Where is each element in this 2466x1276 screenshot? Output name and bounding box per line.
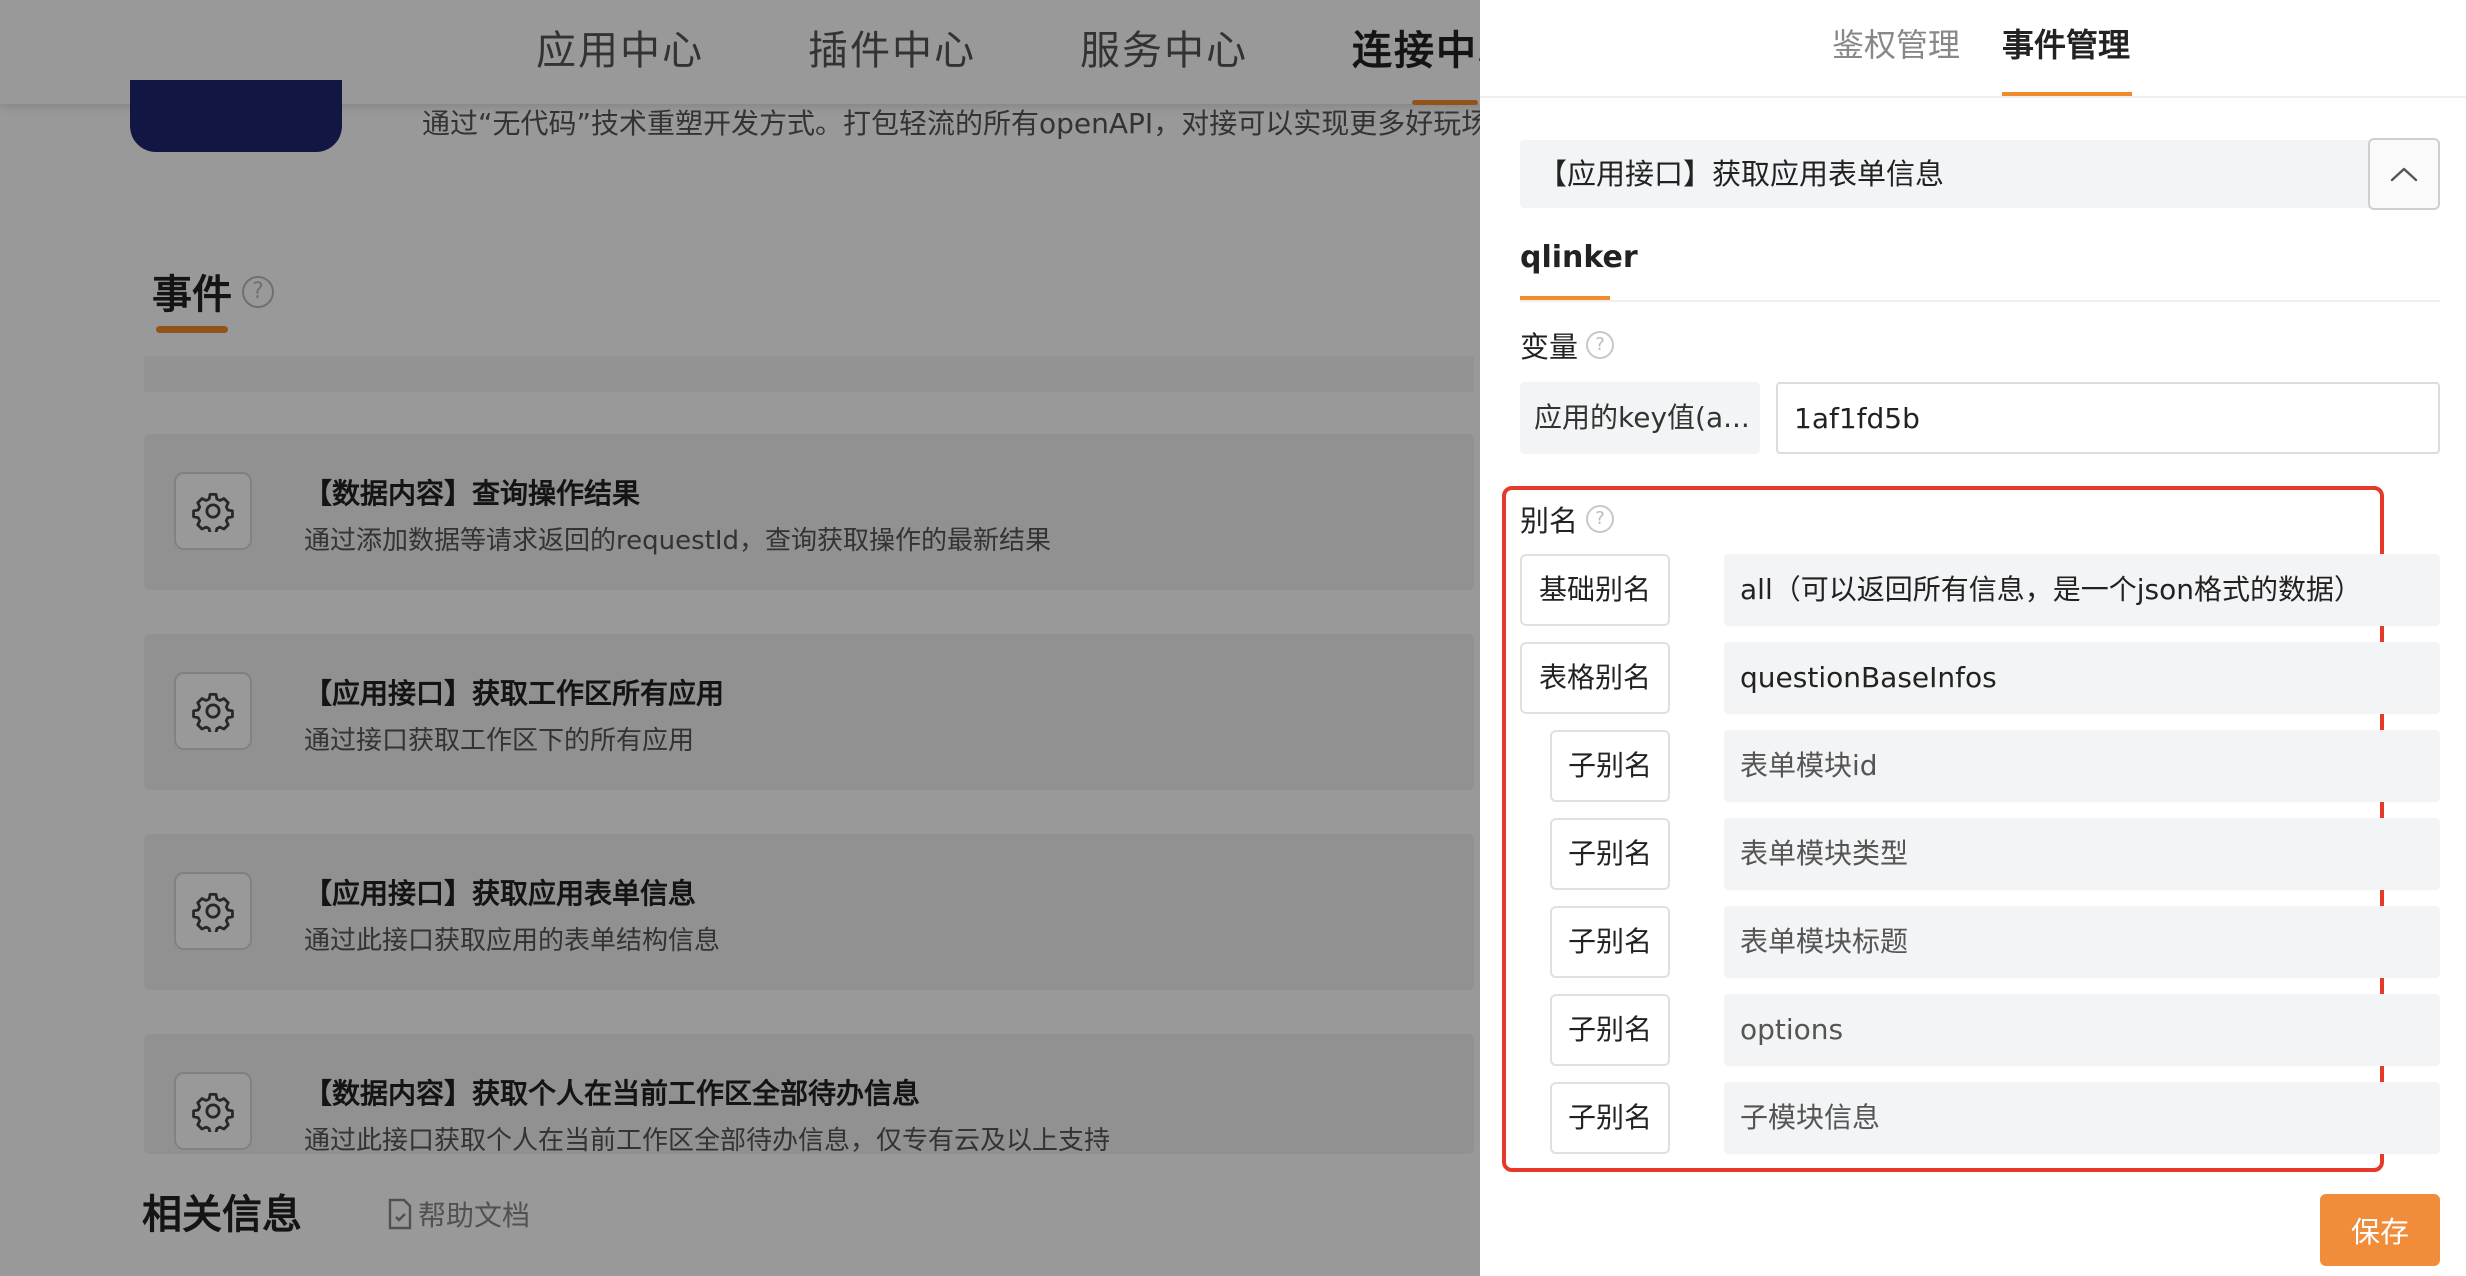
sub-tabs: qlinker xyxy=(1520,230,2440,302)
alias-row: 子别名 表单模块标题 xyxy=(1520,906,2440,978)
drawer-tabs: 鉴权管理 事件管理 xyxy=(1480,0,2466,98)
alias-tag: 表格别名 xyxy=(1520,642,1670,714)
alias-value-field[interactable]: 表单模块标题 xyxy=(1724,906,2440,978)
alias-row: 基础别名 all（可以返回所有信息，是一个json格式的数据） xyxy=(1520,554,2440,626)
alias-tag: 基础别名 xyxy=(1520,554,1670,626)
variable-key-label: 应用的key值(a... xyxy=(1520,382,1760,454)
save-button[interactable]: 保存 xyxy=(2320,1194,2440,1266)
alias-tag: 子别名 xyxy=(1550,994,1670,1066)
variables-heading: 变量 ? xyxy=(1520,324,1615,366)
alias-value-field[interactable]: questionBaseInfos xyxy=(1724,642,2440,714)
alias-row: 子别名 表单模块类型 xyxy=(1520,818,2440,890)
chevron-up-icon xyxy=(2390,167,2418,182)
tab-event-management[interactable]: 事件管理 xyxy=(2002,20,2130,66)
modal-overlay[interactable] xyxy=(0,0,1480,1276)
alias-value-field[interactable]: 表单模块类型 xyxy=(1724,818,2440,890)
variable-value-input[interactable] xyxy=(1776,382,2440,454)
alias-tag: 子别名 xyxy=(1550,818,1670,890)
alias-value-field[interactable]: 子模块信息 xyxy=(1724,1082,2440,1154)
alias-value-field[interactable]: options xyxy=(1724,994,2440,1066)
alias-value-field[interactable]: 表单模块id xyxy=(1724,730,2440,802)
event-drawer: 鉴权管理 事件管理 【应用接口】获取应用表单信息 qlinker 变量 ? 应用… xyxy=(1480,0,2466,1276)
alias-tag: 子别名 xyxy=(1550,906,1670,978)
alias-label: 别名 xyxy=(1520,504,1579,538)
alias-row: 表格别名 questionBaseInfos xyxy=(1520,642,2440,714)
alias-tag: 子别名 xyxy=(1550,1082,1670,1154)
alias-value-field[interactable]: all（可以返回所有信息，是一个json格式的数据） xyxy=(1724,554,2440,626)
variables-label: 变量 xyxy=(1520,330,1579,364)
alias-heading: 别名 ? xyxy=(1520,498,1615,540)
help-icon[interactable]: ? xyxy=(1586,331,1615,359)
alias-row: 子别名 子模块信息 xyxy=(1520,1082,2440,1154)
alias-tag: 子别名 xyxy=(1550,730,1670,802)
alias-row: 子别名 表单模块id xyxy=(1520,730,2440,802)
alias-row: 子别名 options xyxy=(1520,994,2440,1066)
help-icon[interactable]: ? xyxy=(1586,505,1615,533)
sub-tab-active-indicator xyxy=(1520,296,1610,300)
collapse-button[interactable] xyxy=(2368,138,2440,210)
tab-active-indicator xyxy=(2002,92,2132,96)
selected-event-field[interactable]: 【应用接口】获取应用表单信息 xyxy=(1520,140,2392,208)
tab-auth-management[interactable]: 鉴权管理 xyxy=(1832,20,1960,66)
tab-qlinker[interactable]: qlinker xyxy=(1520,240,1638,275)
